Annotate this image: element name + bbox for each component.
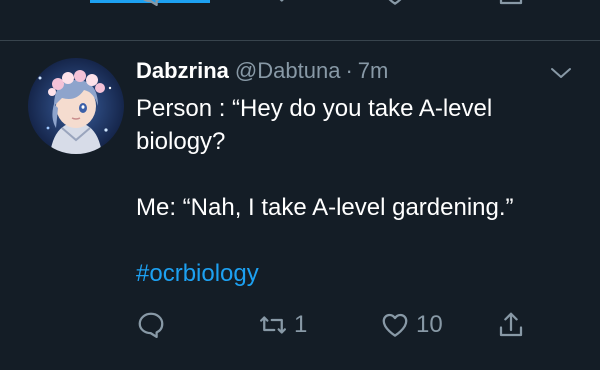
- retweet-icon: [279, 0, 284, 2]
- previous-retweet-count: 3: [294, 0, 307, 7]
- previous-share-button[interactable]: [496, 0, 526, 8]
- reply-icon: [138, 312, 164, 338]
- like-icon: [382, 313, 408, 337]
- share-icon: [499, 0, 523, 5]
- previous-like-button[interactable]: 19: [380, 0, 443, 8]
- like-icon: [388, 0, 402, 5]
- timestamp[interactable]: 7m: [358, 58, 389, 84]
- tweet-text-line: Me: “Nah, I take A-level gardening.”: [136, 194, 514, 221]
- like-button[interactable]: 10: [380, 310, 443, 340]
- user-handle[interactable]: @Dabtuna: [235, 58, 341, 84]
- avatar-image: [28, 58, 124, 154]
- retweet-icon: [260, 316, 286, 334]
- reply-icon: [143, 0, 160, 6]
- previous-retweet-button[interactable]: 3: [258, 0, 307, 8]
- avatar[interactable]: [28, 58, 124, 154]
- previous-reply-button[interactable]: [136, 0, 166, 8]
- previous-tweet-actions: 3 19: [0, 0, 600, 18]
- retweet-count: 1: [294, 311, 308, 338]
- tweet-actions: 1 10: [0, 310, 600, 350]
- tweet-divider: [0, 40, 600, 41]
- previous-tweet: 3 19: [0, 0, 600, 40]
- tweet-header: Dabzrina @Dabtuna · 7m: [136, 58, 576, 84]
- hashtag-link[interactable]: #ocrbiology: [136, 257, 576, 290]
- reply-button[interactable]: [136, 310, 166, 340]
- tweet-text: Person : “Hey do you take A-level biolog…: [136, 92, 576, 290]
- retweet-button[interactable]: 1: [258, 310, 307, 340]
- tweet[interactable]: Dabzrina @Dabtuna · 7m Person : “Hey do …: [136, 58, 576, 290]
- chevron-down-icon: [551, 68, 571, 78]
- share-button[interactable]: [496, 310, 526, 340]
- tweet-text-line: Person : “Hey do you take A-level biolog…: [136, 95, 493, 155]
- separator-dot: ·: [345, 58, 353, 83]
- tweet-menu-button[interactable]: [548, 62, 574, 84]
- previous-like-count: 19: [416, 0, 443, 7]
- display-name[interactable]: Dabzrina: [136, 58, 229, 84]
- like-count: 10: [416, 311, 443, 338]
- share-icon: [499, 312, 523, 337]
